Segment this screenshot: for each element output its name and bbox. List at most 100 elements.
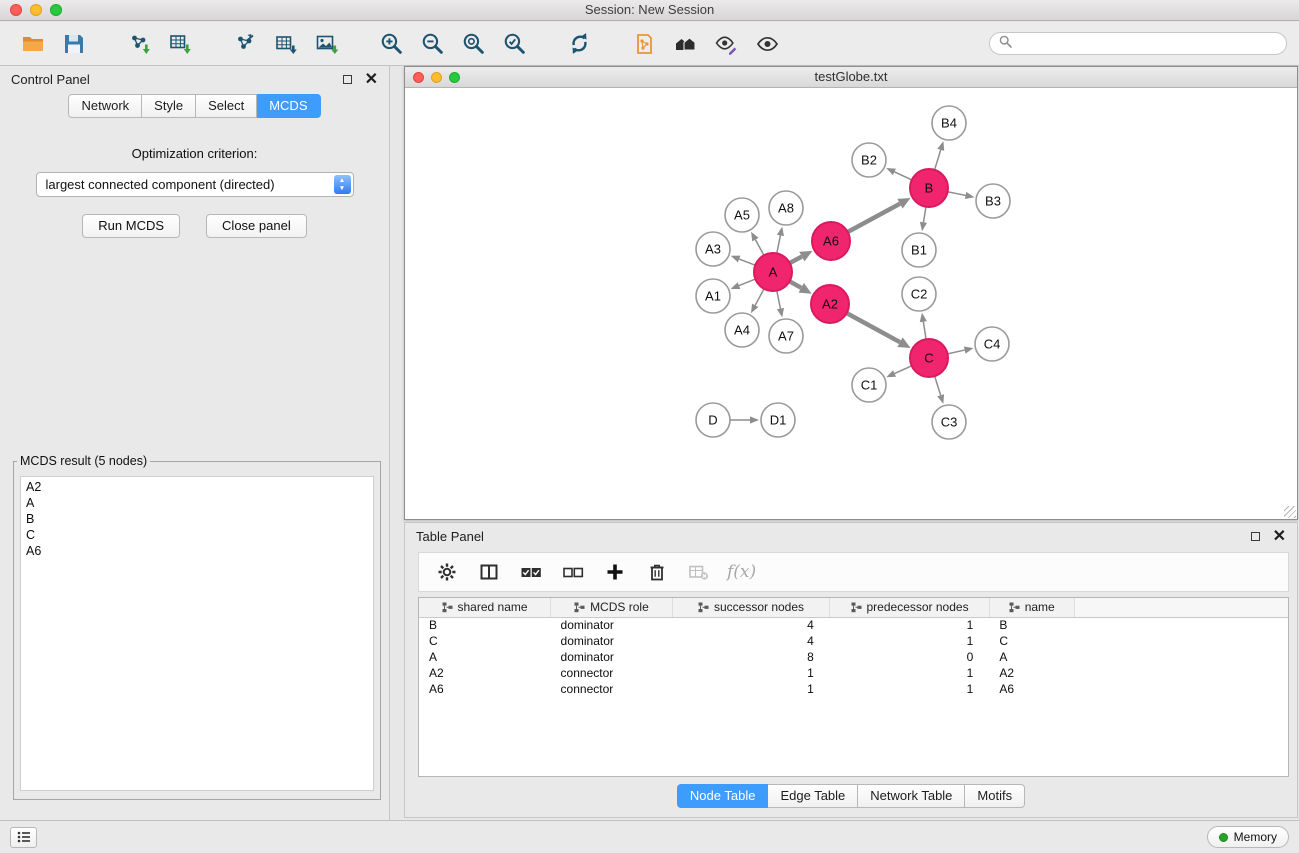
table-cell[interactable]: A6 [419, 681, 551, 697]
network-close-button[interactable] [413, 72, 424, 83]
export-table-icon[interactable] [265, 26, 306, 62]
table-row[interactable]: A2connector11A2 [419, 665, 1288, 681]
table-cell[interactable]: A [989, 649, 1074, 665]
table-cell[interactable]: C [989, 633, 1074, 649]
deselect-all-icon[interactable] [555, 557, 590, 587]
graph-edge-B-B4[interactable] [935, 150, 941, 170]
table-row[interactable]: Adominator80A [419, 649, 1288, 665]
float-table-panel-icon[interactable] [1251, 532, 1260, 541]
mcds-result-item[interactable]: A2 [26, 479, 368, 495]
run-mcds-button[interactable]: Run MCDS [82, 214, 180, 238]
close-panel-button[interactable]: Close panel [206, 214, 307, 238]
table-cell[interactable]: dominator [551, 617, 673, 633]
network-file-icon[interactable] [624, 26, 665, 62]
gear-icon[interactable] [429, 557, 464, 587]
column-header-predecessor-nodes[interactable]: predecessor nodes [830, 598, 990, 617]
graph-edge-A6-B[interactable] [848, 204, 900, 232]
table-cell[interactable]: 1 [830, 617, 990, 633]
criterion-dropdown[interactable]: largest connected component (directed) ▲… [36, 172, 354, 197]
mcds-result-list[interactable]: A2ABCA6 [20, 476, 374, 791]
network-graph[interactable]: B4B2BB3A5A8A6B1A3AC2A1A2A4A7C4CC1C3DD1 [405, 88, 1297, 519]
table-cell[interactable]: 1 [830, 633, 990, 649]
table-cell[interactable]: dominator [551, 633, 673, 649]
table-cell[interactable]: dominator [551, 649, 673, 665]
graph-edge-C-C4[interactable] [948, 350, 965, 354]
close-panel-icon[interactable]: ✕ [365, 72, 378, 88]
mcds-result-item[interactable]: C [26, 527, 368, 543]
tab-network[interactable]: Network [68, 94, 142, 118]
network-minimize-button[interactable] [431, 72, 442, 83]
graph-edge-B-B3[interactable] [948, 192, 966, 196]
table-cell[interactable]: connector [551, 665, 673, 681]
table-row[interactable]: Bdominator41B [419, 617, 1288, 633]
graph-edge-A-A1[interactable] [739, 279, 755, 286]
home-icon[interactable] [665, 26, 706, 62]
network-zoom-button[interactable] [449, 72, 460, 83]
mcds-result-item[interactable]: A [26, 495, 368, 511]
zoom-selected-icon[interactable] [494, 26, 535, 62]
graph-edge-A-A3[interactable] [739, 259, 755, 265]
table-row[interactable]: A6connector11A6 [419, 681, 1288, 697]
graph-edge-C-C2[interactable] [923, 322, 926, 340]
mcds-result-item[interactable]: B [26, 511, 368, 527]
select-all-icon[interactable] [513, 557, 548, 587]
table-cell[interactable]: 4 [672, 633, 830, 649]
table-cell[interactable]: 4 [672, 617, 830, 633]
add-row-icon[interactable] [597, 557, 632, 587]
table-cell[interactable]: 1 [830, 665, 990, 681]
tab-node-table[interactable]: Node Table [677, 784, 769, 808]
graph-edge-A-A7[interactable] [777, 291, 781, 309]
graph-edge-A-A5[interactable] [755, 240, 764, 256]
table-cell[interactable]: 8 [672, 649, 830, 665]
graph-edge-A2-C[interactable] [847, 313, 900, 342]
refresh-icon[interactable] [559, 26, 600, 62]
table-cell[interactable]: 1 [672, 681, 830, 697]
mcds-result-item[interactable]: A6 [26, 543, 368, 559]
graph-edge-B-B2[interactable] [894, 172, 911, 180]
tab-style[interactable]: Style [142, 94, 196, 118]
table-cell[interactable]: B [419, 617, 551, 633]
network-window-titlebar[interactable]: testGlobe.txt [405, 67, 1297, 88]
graph-edge-C-C1[interactable] [895, 366, 912, 374]
column-header-shared-name[interactable]: shared name [419, 598, 551, 617]
zoom-out-icon[interactable] [412, 26, 453, 62]
table-cell[interactable]: 0 [830, 649, 990, 665]
show-details-icon[interactable] [747, 26, 788, 62]
columns-icon[interactable] [471, 557, 506, 587]
delete-row-icon[interactable] [639, 557, 674, 587]
table-cell[interactable]: A2 [419, 665, 551, 681]
resize-grip-icon[interactable] [1284, 506, 1296, 518]
tab-edge-table[interactable]: Edge Table [768, 784, 858, 808]
zoom-window-button[interactable] [50, 4, 62, 16]
table-cell[interactable]: connector [551, 681, 673, 697]
table-cell[interactable]: A6 [989, 681, 1074, 697]
search-box[interactable] [989, 32, 1287, 55]
memory-button[interactable]: Memory [1207, 826, 1289, 848]
export-network-icon[interactable] [224, 26, 265, 62]
save-icon[interactable] [53, 26, 94, 62]
minimize-window-button[interactable] [30, 4, 42, 16]
graph-edge-A-A2[interactable] [790, 281, 802, 288]
close-table-panel-icon[interactable]: ✕ [1273, 529, 1286, 545]
graph-edge-A-A6[interactable] [790, 257, 802, 263]
close-window-button[interactable] [10, 4, 22, 16]
panel-menu-button[interactable] [10, 827, 37, 848]
node-table-container[interactable]: shared nameMCDS rolesuccessor nodesprede… [418, 597, 1289, 777]
table-cell[interactable]: A [419, 649, 551, 665]
table-cell[interactable]: B [989, 617, 1074, 633]
table-cell[interactable]: 1 [830, 681, 990, 697]
table-cell[interactable]: A2 [989, 665, 1074, 681]
table-row[interactable]: Cdominator41C [419, 633, 1288, 649]
tab-mcds[interactable]: MCDS [257, 94, 320, 118]
graph-edge-A-A4[interactable] [755, 289, 764, 306]
tab-select[interactable]: Select [196, 94, 257, 118]
export-image-icon[interactable] [306, 26, 347, 62]
graph-edge-C-C3[interactable] [935, 376, 941, 395]
table-cell[interactable]: 1 [672, 665, 830, 681]
tab-motifs[interactable]: Motifs [965, 784, 1025, 808]
import-network-icon[interactable] [118, 26, 159, 62]
tab-network-table[interactable]: Network Table [858, 784, 965, 808]
column-header-MCDS-role[interactable]: MCDS role [551, 598, 673, 617]
column-header-successor-nodes[interactable]: successor nodes [672, 598, 830, 617]
function-builder-icon[interactable]: f(x) [723, 562, 756, 582]
